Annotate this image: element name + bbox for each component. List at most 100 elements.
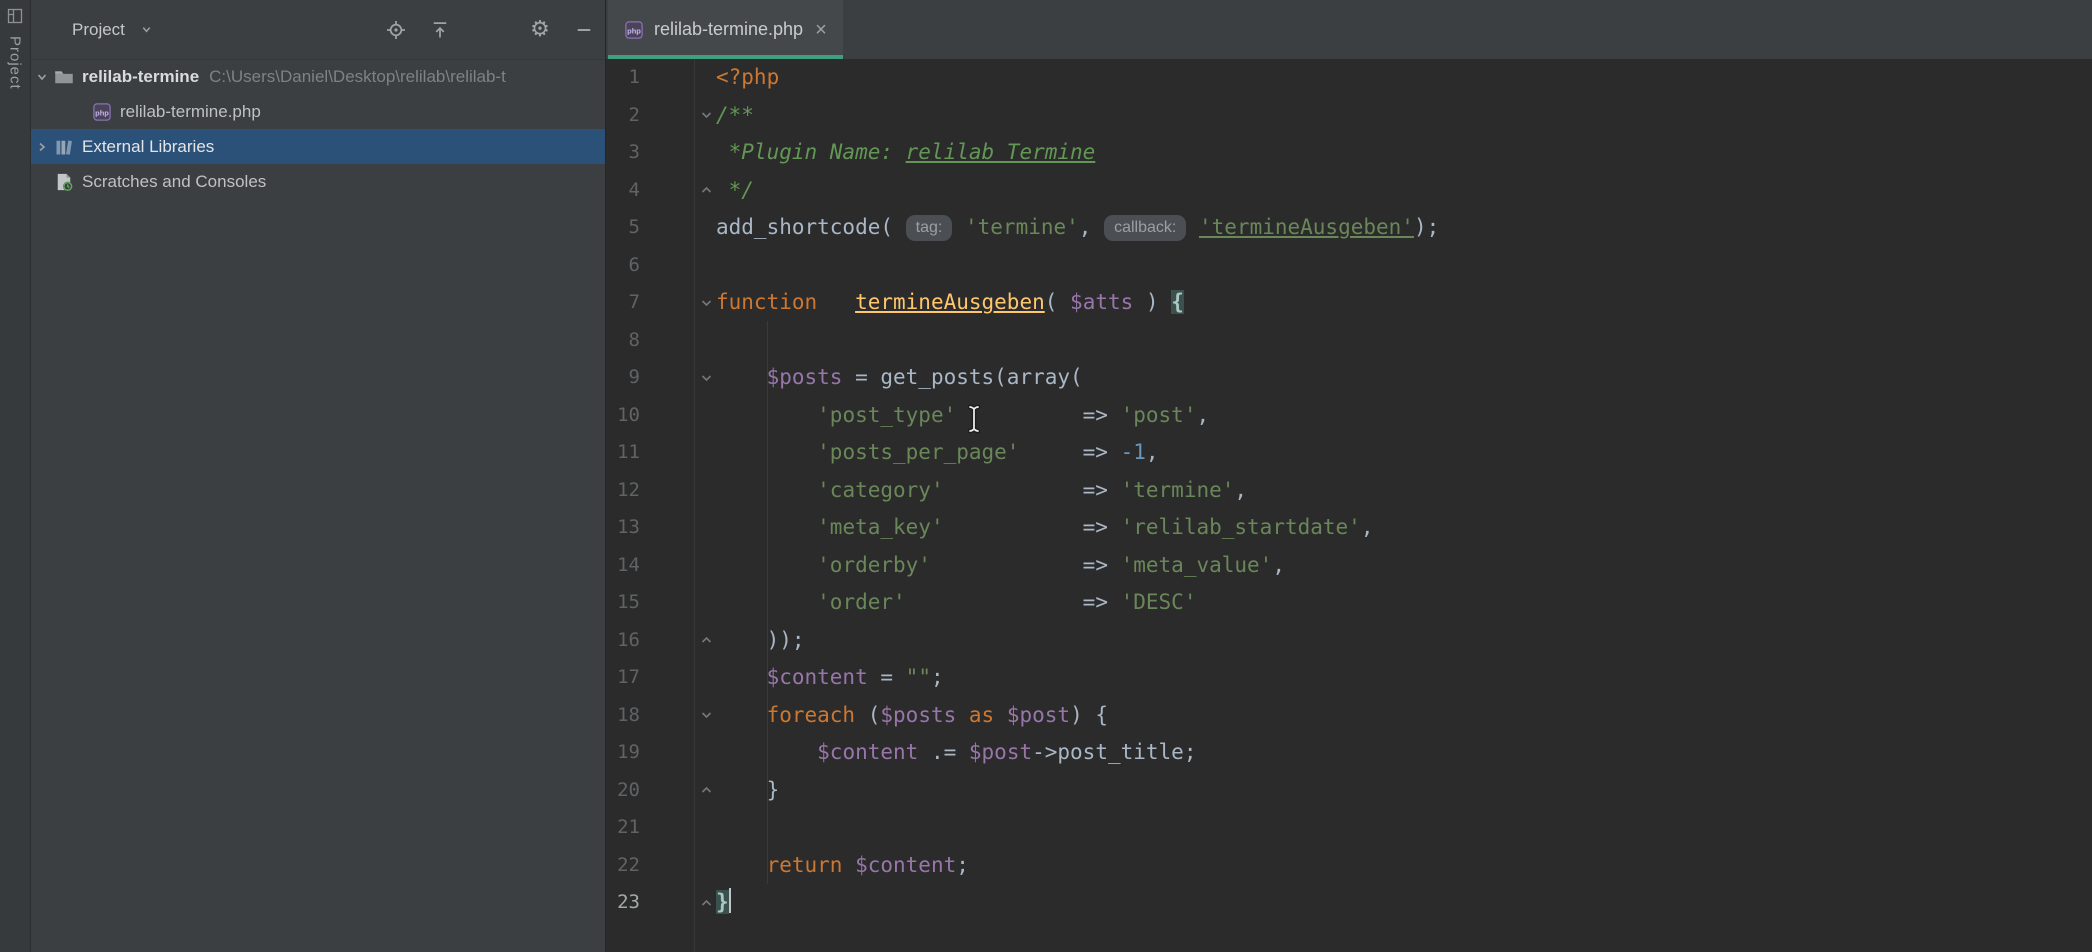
code-line-14[interactable]: 'orderby' => 'meta_value', (716, 547, 2092, 585)
chevron-down-icon[interactable] (140, 23, 153, 41)
code-line-13[interactable]: 'meta_key' => 'relilab_startdate', (716, 509, 2092, 547)
left-toolwindow-stripe: Project (0, 0, 31, 952)
line-number: 7 (606, 284, 640, 322)
code-text-area[interactable]: <?php /** *Plugin Name: relilab Termine *… (716, 59, 2092, 952)
code-segment: function (716, 290, 817, 314)
line-number: 5 (606, 209, 640, 247)
hide-panel-icon[interactable] (573, 19, 595, 41)
code-line-4[interactable]: */ (716, 172, 2092, 210)
chevron-right-icon[interactable] (32, 137, 52, 157)
fold-marker-icon[interactable] (699, 708, 714, 723)
code-segment: , (1146, 440, 1159, 464)
code-line-16[interactable]: )); (716, 622, 2092, 660)
code-segment: $posts (880, 703, 956, 727)
scratches-icon (54, 172, 74, 192)
php-file-icon: php (624, 20, 644, 40)
code-segment: ; (956, 853, 969, 877)
editor-area: php relilab-termine.php × 12345678910111… (606, 0, 2092, 952)
tree-row-relilab-termine[interactable]: relilab-termineC:\Users\Daniel\Desktop\r… (30, 59, 605, 94)
code-segment: $atts (1070, 290, 1133, 314)
chevron-down-icon[interactable] (32, 67, 52, 87)
code-segment (952, 215, 965, 239)
parameter-hint-chip: tag: (906, 215, 953, 241)
tree-row-relilab-termine-php[interactable]: phprelilab-termine.php (30, 94, 605, 129)
code-segment: } (716, 778, 779, 802)
code-segment: , (1272, 553, 1285, 577)
code-line-10[interactable]: 'post_type' => 'post', (716, 397, 2092, 435)
code-line-6[interactable] (716, 247, 2092, 285)
code-segment: $posts (767, 365, 843, 389)
code-line-9[interactable]: $posts = get_posts(array( (716, 359, 2092, 397)
code-line-23[interactable]: } (716, 884, 2092, 922)
line-number: 20 (606, 772, 640, 810)
code-line-17[interactable]: $content = ""; (716, 659, 2092, 697)
line-number: 9 (606, 359, 640, 397)
fold-marker-icon[interactable] (699, 108, 714, 123)
gutter-row-19: 19 (606, 734, 716, 772)
fold-marker-icon[interactable] (699, 895, 714, 910)
code-segment: , (1079, 215, 1104, 239)
code-segment: ) { (1070, 703, 1108, 727)
tree-row-scratches-and-consoles[interactable]: Scratches and Consoles (30, 164, 605, 199)
code-line-8[interactable] (716, 322, 2092, 360)
fold-marker-icon[interactable] (699, 783, 714, 798)
gutter-row-6: 6 (606, 247, 716, 285)
code-segment: return (767, 853, 843, 877)
code-segment: $content (767, 665, 868, 689)
close-tab-icon[interactable]: × (815, 20, 827, 40)
fold-marker-icon[interactable] (699, 633, 714, 648)
code-line-22[interactable]: return $content; (716, 847, 2092, 885)
php-icon: php (92, 102, 112, 122)
code-segment: as (969, 703, 994, 727)
code-segment: = (868, 665, 906, 689)
code-segment (994, 703, 1007, 727)
locate-icon[interactable] (385, 19, 407, 41)
code-line-3[interactable]: *Plugin Name: relilab Termine (716, 134, 2092, 172)
code-line-5[interactable]: add_shortcode( tag: 'termine', callback:… (716, 209, 2092, 247)
code-line-12[interactable]: 'category' => 'termine', (716, 472, 2092, 510)
collapse-all-icon[interactable] (429, 19, 451, 41)
code-segment: ) (1133, 290, 1171, 314)
code-segment: .= (918, 740, 969, 764)
code-segment: ->post_title; (1032, 740, 1196, 764)
project-panel-title[interactable]: Project (72, 0, 125, 59)
code-segment: = get_posts(array( (842, 365, 1082, 389)
settings-gear-icon[interactable]: ⚙ (529, 19, 551, 41)
project-tree: relilab-termineC:\Users\Daniel\Desktop\r… (30, 59, 605, 952)
gutter-row-13: 13 (606, 509, 716, 547)
code-segment: , (1361, 515, 1374, 539)
code-line-1[interactable]: <?php (716, 59, 2092, 97)
code-line-20[interactable]: } (716, 772, 2092, 810)
tree-row-external-libraries[interactable]: External Libraries (30, 129, 605, 164)
fold-marker-icon[interactable] (699, 370, 714, 385)
code-line-2[interactable]: /** (716, 97, 2092, 135)
line-number: 16 (606, 622, 640, 660)
editor-tab-relilab-termine-php[interactable]: php relilab-termine.php × (608, 0, 843, 59)
code-line-7[interactable]: function termineAusgeben( $atts ) { (716, 284, 2092, 322)
chevron-spacer (32, 172, 52, 192)
code-line-19[interactable]: $content .= $post->post_title; (716, 734, 2092, 772)
code-segment: 'termineAusgeben' (1199, 215, 1414, 239)
code-segment: 'posts_per_page' (817, 440, 1019, 464)
parameter-hint-chip: callback: (1104, 215, 1186, 241)
code-line-11[interactable]: 'posts_per_page' => -1, (716, 434, 2092, 472)
code-line-21[interactable] (716, 809, 2092, 847)
line-number: 22 (606, 847, 640, 885)
line-number: 1 (606, 59, 640, 97)
gutter-row-9: 9 (606, 359, 716, 397)
line-number: 23 (606, 884, 640, 922)
fold-marker-icon[interactable] (699, 183, 714, 198)
fold-marker-icon[interactable] (699, 295, 714, 310)
code-line-18[interactable]: foreach ($posts as $post) { (716, 697, 2092, 735)
code-line-15[interactable]: 'order' => 'DESC' (716, 584, 2092, 622)
code-editor[interactable]: 1234567891011121314151617181920212223 <?… (606, 59, 2092, 952)
gutter-row-17: 17 (606, 659, 716, 697)
line-number: 3 (606, 134, 640, 172)
project-stripe-button[interactable]: Project (7, 36, 24, 90)
toolwindow-layout-icon[interactable] (7, 8, 23, 29)
code-segment: 'orderby' (817, 553, 931, 577)
code-segment: => (1019, 440, 1120, 464)
code-segment (817, 290, 855, 314)
code-segment: /** (716, 103, 754, 127)
project-panel: Project ⚙ relilab-termineC:\Users\Daniel… (30, 0, 606, 952)
